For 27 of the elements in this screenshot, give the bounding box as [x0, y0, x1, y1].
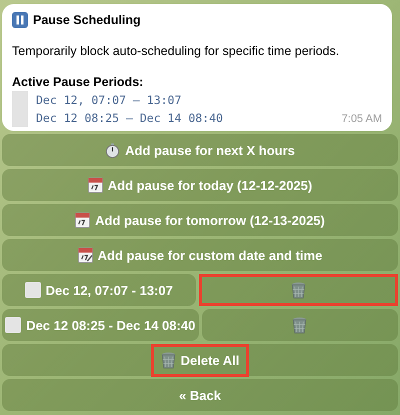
trash-icon [292, 316, 308, 334]
calendar-pen-icon [78, 247, 93, 264]
keyboard-button[interactable]: Add pause for tomorrow (12-13-2025) [2, 204, 398, 236]
square-icon [5, 317, 22, 334]
keyboard-button[interactable]: Add pause for custom date and time [2, 239, 398, 272]
square-icon [24, 282, 41, 298]
delete-button[interactable] [202, 309, 398, 342]
pause-icon [12, 12, 28, 28]
period-text: Dec 12 08:25 – Dec 14 08:40 [36, 110, 223, 128]
keyboard-button[interactable]: Add pause for today (12-12-2025) [2, 169, 398, 202]
trash-icon [160, 352, 176, 369]
stopwatch-icon [105, 142, 120, 158]
keyboard-button[interactable]: Dec 12, 07:07 - 13:07 [2, 274, 196, 306]
message-description: Temporarily block auto-scheduling for specific time periods. [12, 42, 340, 60]
calendar-icon [75, 212, 90, 228]
trash-icon [290, 282, 306, 299]
keyboard-button[interactable]: « Back [2, 379, 398, 412]
keyboard-button[interactable]: Dec 12 08:25 - Dec 14 08:40 [2, 309, 198, 342]
message-title: Pause Scheduling [33, 12, 141, 29]
calendar-icon [88, 177, 103, 194]
period-text: Dec 12, 07:07 – 13:07 [36, 92, 182, 110]
delete-button[interactable] [198, 274, 398, 306]
message-time: 7:05 AM [342, 112, 382, 127]
periods-heading: Active Pause Periods: [12, 74, 144, 90]
quote-bar [12, 91, 28, 128]
keyboard-button[interactable]: Add pause for next X hours [2, 134, 398, 166]
keyboard-button[interactable]: Delete All [2, 344, 398, 376]
